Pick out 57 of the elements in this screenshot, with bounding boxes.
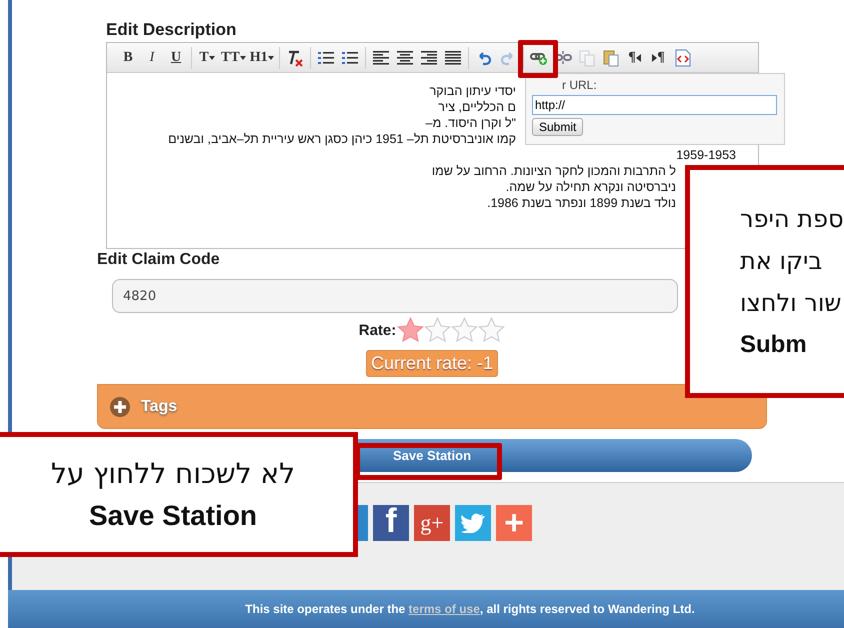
highlight-frame: [518, 40, 558, 78]
facebook-button[interactable]: f: [373, 505, 409, 541]
triangle-icon: [652, 54, 658, 62]
star-rating[interactable]: [397, 317, 506, 344]
plus-icon: [109, 396, 131, 418]
star-icon[interactable]: [478, 317, 506, 344]
text-line: ם הכלליים, ציר: [438, 99, 516, 115]
callout-text: ביקו את: [740, 246, 824, 276]
callout-text: Subm: [740, 330, 808, 360]
text-line: ניברסיטה ונקרא תחילה על שמה.: [506, 179, 676, 195]
text-line: "ל וקרן היסוד. מ–: [426, 115, 516, 131]
star-icon[interactable]: [424, 317, 452, 344]
bold-button[interactable]: B: [116, 48, 140, 68]
text-line: יסדי עיתון הבוקר: [430, 83, 516, 99]
text-line: ל התרבות והמכון לחקר הציונות. הרחוב על שמו: [432, 163, 676, 179]
rate-label: Rate:: [358, 322, 396, 339]
text-line: נולד בשנת 1899 ונפתר בשנת 1986.: [487, 195, 676, 211]
source-code-icon[interactable]: [674, 48, 691, 66]
heading-dropdown[interactable]: H1: [248, 48, 276, 68]
google-plus-button[interactable]: g+: [414, 505, 450, 541]
align-left-icon[interactable]: [372, 50, 389, 66]
url-field[interactable]: http://: [532, 95, 777, 115]
url-label: r URL:: [561, 78, 598, 92]
section-title: Edit Claim Code: [97, 251, 220, 269]
caret-icon: [240, 56, 246, 60]
right-to-left-button[interactable]: ¶: [622, 48, 647, 68]
star-icon[interactable]: [451, 317, 478, 344]
bird-icon: [461, 513, 485, 533]
star-icon[interactable]: [397, 317, 424, 344]
underline-button[interactable]: U: [164, 48, 188, 68]
left-to-right-button[interactable]: ¶: [646, 48, 671, 68]
footer-text: This site operates under the terms of use, all rights reserved to Wandering Ltd.: [245, 602, 695, 616]
caret-icon: [208, 56, 215, 60]
submit-button[interactable]: Submit: [532, 118, 584, 136]
twitter-button[interactable]: [455, 505, 491, 541]
claim-code-field[interactable]: 4820: [112, 279, 678, 313]
section-title: Edit Description: [106, 20, 236, 40]
align-center-icon[interactable]: [396, 50, 413, 66]
triangle-icon: [636, 54, 641, 62]
paste-icon[interactable]: [602, 48, 620, 66]
callout-text: Save Station: [88, 498, 258, 532]
callout-text: ספת היפר: [740, 204, 844, 234]
justify-icon[interactable]: [444, 50, 461, 66]
font-dropdown[interactable]: T: [195, 48, 219, 68]
italic-button[interactable]: I: [140, 48, 164, 68]
size-dropdown[interactable]: TT: [219, 48, 248, 68]
numbered-list-icon[interactable]: [342, 50, 358, 66]
text-line: 1959-1953: [676, 147, 736, 163]
align-right-icon[interactable]: [420, 50, 437, 66]
current-rate-badge: Current rate: -1: [366, 350, 498, 377]
callout-text: שור ולחצו: [740, 288, 842, 318]
save-station-button[interactable]: Save Station: [375, 448, 489, 463]
tags-label: Tags: [141, 398, 178, 416]
callout-text: לא לשכוח ללחוץ על: [50, 456, 296, 492]
bullet-list-icon[interactable]: [318, 50, 334, 66]
caret-icon: [268, 56, 274, 60]
text-line: קמו אוניברסיטת תל– 1951 כיהן כסגן ראש עיריית תל–אביב, ובשנים: [168, 131, 516, 147]
